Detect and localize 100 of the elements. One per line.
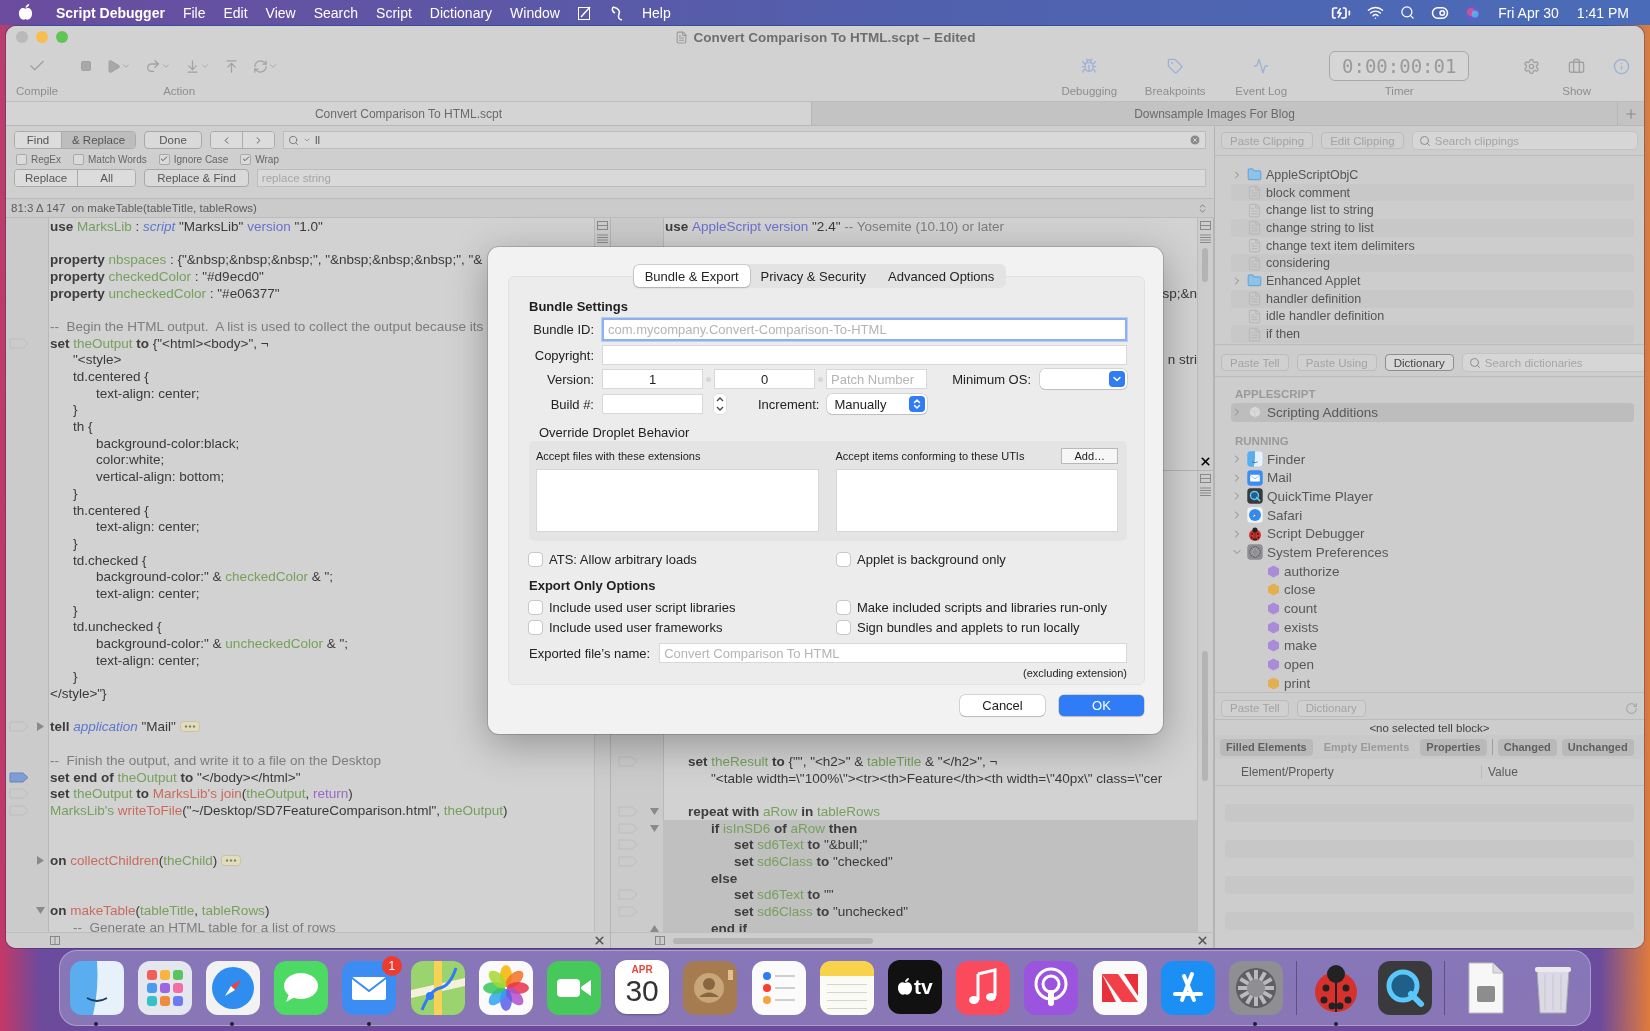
flower-icon[interactable] bbox=[477, 959, 534, 1016]
split-view-icon[interactable] bbox=[1200, 474, 1211, 483]
clipping-item[interactable]: block comment bbox=[1266, 185, 1351, 200]
clear-icon[interactable] bbox=[1189, 134, 1201, 146]
menu-item[interactable]: Dictionary bbox=[420, 4, 502, 21]
search-input[interactable]: ll bbox=[315, 134, 1185, 146]
address-book-icon[interactable] bbox=[682, 959, 739, 1016]
clipping-item[interactable]: handler definition bbox=[1266, 291, 1362, 306]
split-view-icon[interactable] bbox=[1200, 221, 1211, 230]
column-header[interactable]: Element/Property bbox=[1215, 765, 1481, 779]
refresh-icon[interactable] bbox=[1625, 701, 1638, 715]
done-button[interactable]: Done bbox=[144, 131, 203, 149]
filter-button[interactable]: Filled Elements bbox=[1220, 738, 1313, 756]
filter-button[interactable]: Changed bbox=[1497, 738, 1557, 756]
minimize-button[interactable] bbox=[36, 31, 48, 43]
apple-icon[interactable] bbox=[18, 4, 33, 21]
input-field[interactable]: 1 bbox=[602, 369, 703, 389]
dictionary-term[interactable]: exists bbox=[1284, 619, 1319, 635]
wifi-icon[interactable] bbox=[1367, 4, 1385, 21]
menu-item[interactable]: Script bbox=[367, 4, 421, 21]
menu-item[interactable]: Edit bbox=[214, 4, 257, 21]
app-menu[interactable]: Script Debugger bbox=[47, 4, 174, 21]
disclosure-triangle-icon[interactable] bbox=[649, 823, 659, 833]
caret-icon[interactable] bbox=[121, 61, 132, 71]
checkbox[interactable] bbox=[16, 153, 27, 165]
default-button[interactable]: OK bbox=[1059, 695, 1144, 716]
input-field[interactable]: com.mycompany.Convert-Comparison-To-HTML bbox=[602, 318, 1127, 341]
scrollbar-thumb[interactable] bbox=[1202, 651, 1208, 781]
close-button[interactable] bbox=[16, 31, 28, 43]
input-field[interactable] bbox=[602, 394, 703, 414]
lines-icon[interactable] bbox=[1200, 234, 1211, 243]
map-icon[interactable] bbox=[409, 959, 466, 1016]
new-tab-button[interactable] bbox=[1618, 102, 1644, 125]
menu-item[interactable]: Search bbox=[304, 4, 368, 21]
tab[interactable]: Privacy & Security bbox=[749, 265, 878, 287]
dictionary-item[interactable]: Safari bbox=[1267, 507, 1303, 523]
clipping-item[interactable]: considering bbox=[1266, 256, 1330, 271]
dictionary-item[interactable]: Mail bbox=[1267, 470, 1292, 486]
search-icon[interactable] bbox=[1400, 5, 1416, 20]
dictionary-term[interactable]: authorize bbox=[1284, 563, 1340, 579]
document-tab[interactable]: Convert Comparison To HTML.scpt bbox=[6, 102, 812, 125]
bug-icon[interactable] bbox=[1081, 58, 1098, 74]
dictionary-item[interactable]: Script Debugger bbox=[1267, 526, 1365, 542]
close-icon[interactable] bbox=[1199, 455, 1212, 468]
input-field[interactable]: Patch Number bbox=[826, 369, 927, 389]
checkbox[interactable] bbox=[73, 153, 84, 165]
step-over-icon[interactable] bbox=[145, 58, 162, 74]
menu-bar-date[interactable]: Fri Apr 30 bbox=[1489, 4, 1568, 21]
search-field[interactable]: ll bbox=[283, 131, 1206, 149]
checkbox[interactable] bbox=[529, 552, 542, 566]
clipping-item[interactable]: if then bbox=[1266, 327, 1301, 342]
ellipsis-badge-icon[interactable] bbox=[221, 854, 242, 866]
dictionary-item[interactable]: System Preferences bbox=[1267, 544, 1389, 560]
segmented-control[interactable] bbox=[210, 131, 276, 149]
dictionary-term[interactable]: open bbox=[1284, 657, 1315, 673]
disclosure-triangle-icon[interactable] bbox=[649, 923, 659, 932]
checkbox[interactable] bbox=[529, 620, 542, 634]
dictionary-term[interactable]: close bbox=[1284, 582, 1316, 598]
dictionary-item[interactable]: QuickTime Player bbox=[1267, 488, 1374, 504]
checkbox[interactable] bbox=[837, 600, 850, 614]
document-tab[interactable]: Downsample Images For Blog bbox=[812, 102, 1618, 125]
dictionary-term[interactable]: print bbox=[1284, 675, 1311, 691]
briefcase-icon[interactable] bbox=[1568, 57, 1586, 75]
replace-button[interactable]: Replace bbox=[15, 170, 78, 186]
gear-icon[interactable] bbox=[1227, 959, 1284, 1016]
lens-icon[interactable] bbox=[1376, 959, 1433, 1016]
split-view-icon[interactable] bbox=[597, 221, 608, 230]
column-header[interactable]: Value bbox=[1481, 765, 1644, 779]
up-down-arrows-icon[interactable] bbox=[1197, 202, 1208, 214]
split-view-icon[interactable] bbox=[655, 936, 665, 945]
clipping-item[interactable]: change list to string bbox=[1266, 203, 1374, 218]
add-button[interactable]: Add… bbox=[1061, 448, 1118, 464]
notepad-icon[interactable] bbox=[818, 959, 875, 1016]
input-field[interactable]: Convert Comparison To HTML bbox=[659, 643, 1127, 663]
tv-logo-icon[interactable]: tv bbox=[887, 959, 942, 1014]
menu-item[interactable]: View bbox=[256, 4, 305, 21]
lines-icon[interactable] bbox=[1200, 487, 1211, 496]
input-field[interactable]: 0 bbox=[714, 369, 815, 389]
list-box[interactable] bbox=[835, 469, 1118, 532]
tab[interactable]: Bundle & Export bbox=[633, 265, 750, 287]
checkbox[interactable] bbox=[529, 600, 542, 614]
play-icon[interactable] bbox=[106, 58, 122, 74]
app-grid-icon[interactable] bbox=[136, 959, 193, 1016]
clipping-item[interactable]: idle handler definition bbox=[1266, 309, 1385, 324]
waveform-icon[interactable] bbox=[1253, 58, 1270, 74]
info-icon[interactable] bbox=[1613, 57, 1630, 75]
breakpoint-marker-icon[interactable] bbox=[9, 771, 29, 783]
zoom-button[interactable] bbox=[56, 31, 68, 43]
checkbox[interactable] bbox=[240, 153, 252, 165]
caret-icon[interactable] bbox=[200, 61, 211, 71]
broadcast-icon[interactable] bbox=[1023, 959, 1080, 1016]
checkbox[interactable] bbox=[837, 552, 850, 566]
compass-icon[interactable] bbox=[204, 959, 261, 1016]
lines-icon[interactable] bbox=[597, 234, 608, 243]
caret-icon[interactable] bbox=[268, 61, 279, 71]
dictionary-term[interactable]: count bbox=[1284, 601, 1318, 617]
dialog-button[interactable]: Cancel bbox=[960, 695, 1045, 716]
crossed-sticks-icon[interactable] bbox=[1159, 959, 1216, 1016]
disclosure-triangle-icon[interactable] bbox=[35, 855, 45, 865]
mode-segment[interactable]: & Replace bbox=[61, 132, 136, 148]
